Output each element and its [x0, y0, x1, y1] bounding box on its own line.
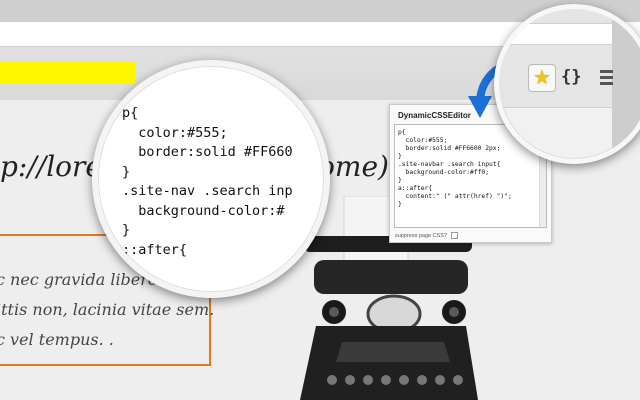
bookmark-star-button[interactable]: ★ [528, 64, 556, 92]
highlighted-navbar [0, 62, 135, 84]
suppress-label: suppress page CSS? [395, 232, 447, 239]
magnified-css-code: p{ color:#555; border:solid #FF660 } .si… [122, 105, 293, 258]
suppress-page-css-checkbox[interactable] [450, 232, 458, 239]
toolbar-magnifier: ★ {} [494, 4, 640, 164]
suppress-row: suppress page CSS? [395, 232, 458, 239]
star-icon: ★ [533, 67, 551, 89]
css-editor-extension-button[interactable]: {} [561, 67, 581, 87]
quote-line: ittis non, lacinia vitae sem. [0, 300, 215, 319]
quote-line: c vel tempus. . [0, 330, 114, 349]
page-heading: p://lore [0, 150, 102, 183]
window-frame [612, 9, 640, 159]
code-magnifier: p{ color:#555; border:solid #FF660 } .si… [92, 60, 330, 298]
menu-icon[interactable] [600, 70, 613, 88]
editor-title: DynamicCSSEditor [398, 111, 471, 120]
zoomed-address-bar [499, 23, 623, 45]
